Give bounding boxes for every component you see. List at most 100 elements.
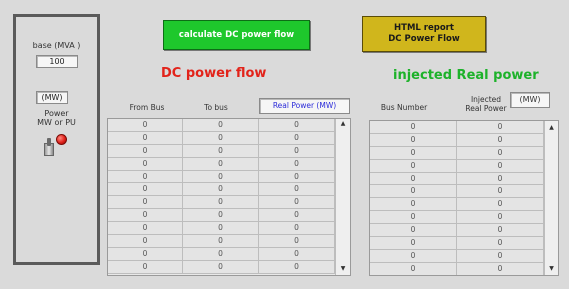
dc-cell-real-power[interactable]: 0 [259,170,335,184]
dc-cell-from-bus[interactable]: 0 [108,222,183,236]
injected-cell-bus-number[interactable]: 0 [370,262,457,275]
injected-cell-real-power[interactable]: 0 [457,159,544,173]
injected-scroll-down-icon[interactable]: ▼ [545,264,558,274]
dc-cell-from-bus[interactable]: 0 [108,170,183,184]
injected-cell-bus-number[interactable]: 0 [370,249,457,263]
dc-power-flow-table[interactable]: 000000000000000000000000000000000000 ▲ ▼ [107,118,351,276]
injected-cell-real-power[interactable]: 0 [457,185,544,199]
injected-table-row: 00 [370,146,544,160]
injected-table-row: 00 [370,224,544,238]
dc-scroll-down-icon[interactable]: ▼ [336,264,350,274]
injected-cell-real-power[interactable]: 0 [457,262,544,275]
injected-cell-real-power[interactable]: 0 [457,198,544,212]
dc-cell-to-bus[interactable]: 0 [183,222,259,236]
col-header-injected-line1: Injected [470,95,502,104]
dc-table-row: 000 [108,157,335,171]
dc-cell-from-bus[interactable]: 0 [108,196,183,210]
dc-cell-from-bus[interactable]: 0 [108,157,183,171]
dc-table-row: 000 [108,209,335,223]
injected-cell-real-power[interactable]: 0 [457,146,544,160]
dc-cell-from-bus[interactable]: 0 [108,260,183,274]
dc-cell-real-power[interactable]: 0 [259,157,335,171]
dc-cell-to-bus[interactable]: 0 [183,131,259,145]
col-header-bus-number: Bus Number [380,103,428,112]
injected-cell-bus-number[interactable]: 0 [370,172,457,186]
injected-cell-bus-number[interactable]: 0 [370,198,457,212]
dc-cell-real-power[interactable]: 0 [259,222,335,236]
injected-cell-bus-number[interactable]: 0 [370,146,457,160]
mw-pu-toggle-switch[interactable] [40,132,74,162]
injected-cell-real-power[interactable]: 0 [457,211,544,225]
power-unit-label-line2: MW or PU [37,118,76,127]
injected-table-scrollbar[interactable]: ▲ ▼ [544,121,558,275]
injected-cell-bus-number[interactable]: 0 [370,133,457,147]
injected-unit-display: (MW) [510,92,550,108]
injected-cell-bus-number[interactable]: 0 [370,237,457,250]
dc-cell-to-bus[interactable]: 0 [183,247,259,261]
led-indicator-icon [56,134,67,145]
injected-cell-real-power[interactable]: 0 [457,249,544,263]
dc-table-row: 000 [108,131,335,145]
injected-table-row: 00 [370,185,544,199]
dc-cell-from-bus[interactable]: 0 [108,209,183,223]
dc-cell-real-power[interactable]: 0 [259,144,335,158]
dc-table-row: 000 [108,144,335,158]
injected-cell-real-power[interactable]: 0 [457,172,544,186]
dc-cell-to-bus[interactable]: 0 [183,196,259,210]
injected-cell-bus-number[interactable]: 0 [370,185,457,199]
dc-cell-real-power[interactable]: 0 [259,209,335,223]
dc-cell-from-bus[interactable]: 0 [108,235,183,248]
dc-cell-to-bus[interactable]: 0 [183,119,259,132]
injected-cell-real-power[interactable]: 0 [457,133,544,147]
html-report-button[interactable]: HTML report DC Power Flow [362,16,486,52]
dc-table-row: 000 [108,260,335,274]
dc-table-row: 000 [108,235,335,248]
injected-cell-bus-number[interactable]: 0 [370,159,457,173]
dc-cell-real-power[interactable]: 0 [259,196,335,210]
dc-cell-real-power[interactable]: 0 [259,119,335,132]
injected-table-row: 00 [370,159,544,173]
dc-table-scrollbar[interactable]: ▲ ▼ [335,119,350,275]
col-header-from-bus: From Bus [129,103,165,112]
injected-real-power-title: injected Real power [393,68,539,83]
injected-real-power-table[interactable]: 000000000000000000000000 ▲ ▼ [369,120,559,276]
dc-cell-real-power[interactable]: 0 [259,247,335,261]
base-mva-input[interactable]: 100 [36,55,78,68]
dc-table-row: 000 [108,170,335,184]
calculate-dc-power-flow-button[interactable]: calculate DC power flow [163,20,310,50]
injected-cell-real-power[interactable]: 0 [457,121,544,134]
injected-cell-bus-number[interactable]: 0 [370,224,457,238]
dc-cell-real-power[interactable]: 0 [259,183,335,197]
dc-cell-to-bus[interactable]: 0 [183,183,259,197]
injected-cell-real-power[interactable]: 0 [457,237,544,250]
injected-table-row: 00 [370,262,544,275]
dc-cell-from-bus[interactable]: 0 [108,183,183,197]
dc-cell-from-bus[interactable]: 0 [108,119,183,132]
dc-table-body: 000000000000000000000000000000000000 [108,119,335,275]
injected-scroll-up-icon[interactable]: ▲ [545,123,558,133]
dc-table-row: 000 [108,247,335,261]
col-header-injected-line2: Real Power [465,104,507,113]
dc-cell-to-bus[interactable]: 0 [183,144,259,158]
injected-cell-real-power[interactable]: 0 [457,224,544,238]
injected-table-row: 00 [370,121,544,134]
dc-cell-to-bus[interactable]: 0 [183,157,259,171]
dc-cell-from-bus[interactable]: 0 [108,131,183,145]
dc-cell-from-bus[interactable]: 0 [108,247,183,261]
dc-cell-to-bus[interactable]: 0 [183,170,259,184]
report-button-label-line2: DC Power Flow [388,34,460,44]
dc-cell-to-bus[interactable]: 0 [183,209,259,223]
dc-cell-real-power[interactable]: 0 [259,235,335,248]
injected-cell-bus-number[interactable]: 0 [370,121,457,134]
toggle-lever-icon [47,138,51,146]
dc-cell-from-bus[interactable]: 0 [108,144,183,158]
dc-scroll-up-icon[interactable]: ▲ [336,119,350,129]
report-button-label-line1: HTML report [394,23,454,33]
dc-cell-real-power[interactable]: 0 [259,260,335,274]
injected-table-row: 00 [370,198,544,212]
dc-cell-to-bus[interactable]: 0 [183,235,259,248]
dc-cell-real-power[interactable]: 0 [259,131,335,145]
dc-cell-to-bus[interactable]: 0 [183,260,259,274]
injected-cell-bus-number[interactable]: 0 [370,211,457,225]
injected-table-row: 00 [370,249,544,263]
